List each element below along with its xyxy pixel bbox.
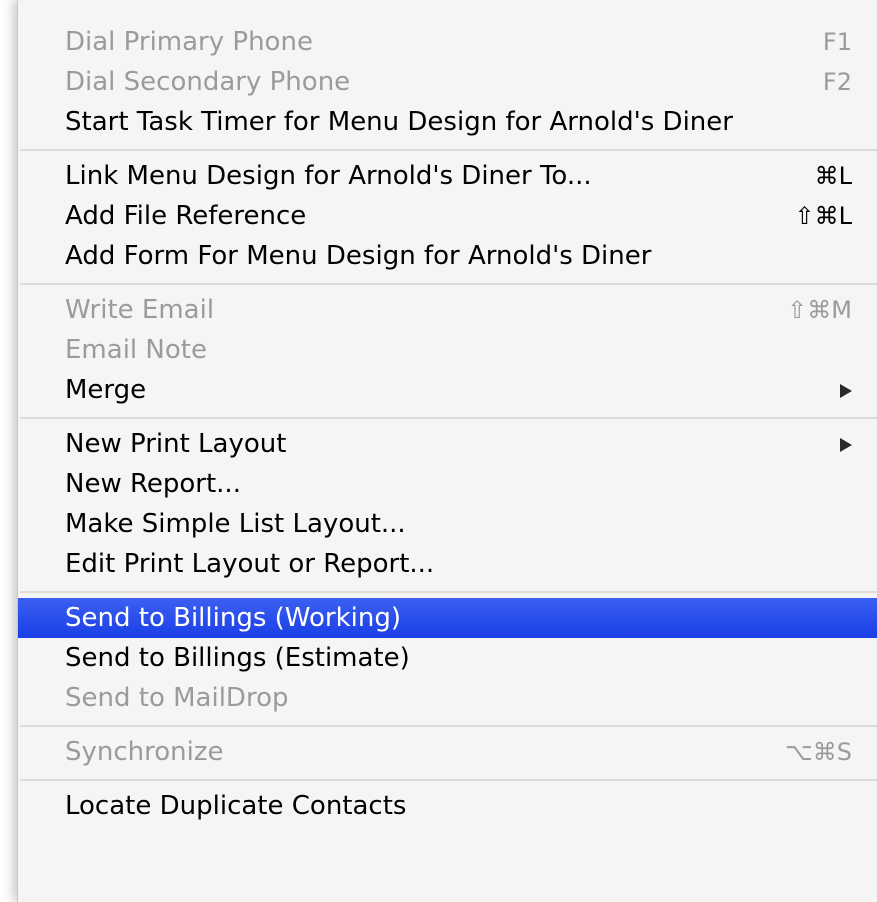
menu-item-new-print-layout[interactable]: New Print Layout [18,424,877,464]
menu-item-start-task-timer[interactable]: Start Task Timer for Menu Design for Arn… [18,102,877,142]
submenu-arrow-icon [840,438,852,452]
menu-item-label: Email Note [65,335,207,365]
menu-item-new-report[interactable]: New Report... [18,464,877,504]
menu-items: Dial Primary Phone F1 Dial Secondary Pho… [18,0,877,902]
menu-item-label: Edit Print Layout or Report... [65,549,435,579]
menu-item-label: Write Email [65,295,215,325]
menu-item-add-form[interactable]: Add Form For Menu Design for Arnold's Di… [18,236,877,276]
menu-item-label: Dial Secondary Phone [65,67,351,97]
menu-item-label: Add Form For Menu Design for Arnold's Di… [65,241,652,271]
menu-item-label: Dial Primary Phone [65,27,313,57]
menu-separator [18,276,877,290]
menu-item-synchronize[interactable]: Synchronize ⌥⌘S [18,732,877,772]
menu-item-send-to-billings-working[interactable]: Send to Billings (Working) [18,598,877,638]
menu-item-email-note[interactable]: Email Note [18,330,877,370]
menu-item-link-to[interactable]: Link Menu Design for Arnold's Diner To..… [18,156,877,196]
menu-item-send-to-billings-estimate[interactable]: Send to Billings (Estimate) [18,638,877,678]
menu-item-label: Start Task Timer for Menu Design for Arn… [65,107,733,137]
menu-item-make-simple-list-layout[interactable]: Make Simple List Layout... [18,504,877,544]
menu-item-edit-print-layout[interactable]: Edit Print Layout or Report... [18,544,877,584]
menu-item-shortcut: ⌥⌘S [785,738,852,766]
menu-item-write-email[interactable]: Write Email ⇧⌘M [18,290,877,330]
menu-item-label: Merge [65,375,147,405]
menu-item-dial-primary-phone[interactable]: Dial Primary Phone F1 [18,22,877,62]
menu-item-dial-secondary-phone[interactable]: Dial Secondary Phone F2 [18,62,877,102]
menu-item-merge[interactable]: Merge [18,370,877,410]
menu-item-send-to-maildrop[interactable]: Send to MailDrop [18,678,877,718]
menu-separator [18,142,877,156]
menu-item-label: Add File Reference [65,201,307,231]
menu-item-label: Send to Billings (Estimate) [65,643,410,673]
menu-item-shortcut: F2 [822,68,852,96]
menu-item-add-file-reference[interactable]: Add File Reference ⇧⌘L [18,196,877,236]
menu-item-label: Make Simple List Layout... [65,509,406,539]
menu-item-shortcut: ⇧⌘L [794,202,852,230]
menu-item-label: Send to Billings (Working) [65,603,401,633]
menu-item-label: Synchronize [65,737,224,767]
menu-item-label: Send to MailDrop [65,683,289,713]
submenu-arrow-icon [840,384,852,398]
menu-separator [18,772,877,786]
menu-item-label: Link Menu Design for Arnold's Diner To..… [65,161,592,191]
menu-item-label: Locate Duplicate Contacts [65,791,407,821]
menu-item-shortcut: F1 [822,28,852,56]
menu-item-locate-duplicate-contacts[interactable]: Locate Duplicate Contacts [18,786,877,826]
menu-separator [18,584,877,598]
context-menu: Dial Primary Phone F1 Dial Secondary Pho… [17,0,877,902]
menu-item-label: New Report... [65,469,241,499]
menu-item-label: New Print Layout [65,429,287,459]
menu-item-shortcut: ⇧⌘M [787,296,852,324]
menu-separator [18,410,877,424]
menu-separator [18,718,877,732]
menu-item-shortcut: ⌘L [814,162,852,190]
